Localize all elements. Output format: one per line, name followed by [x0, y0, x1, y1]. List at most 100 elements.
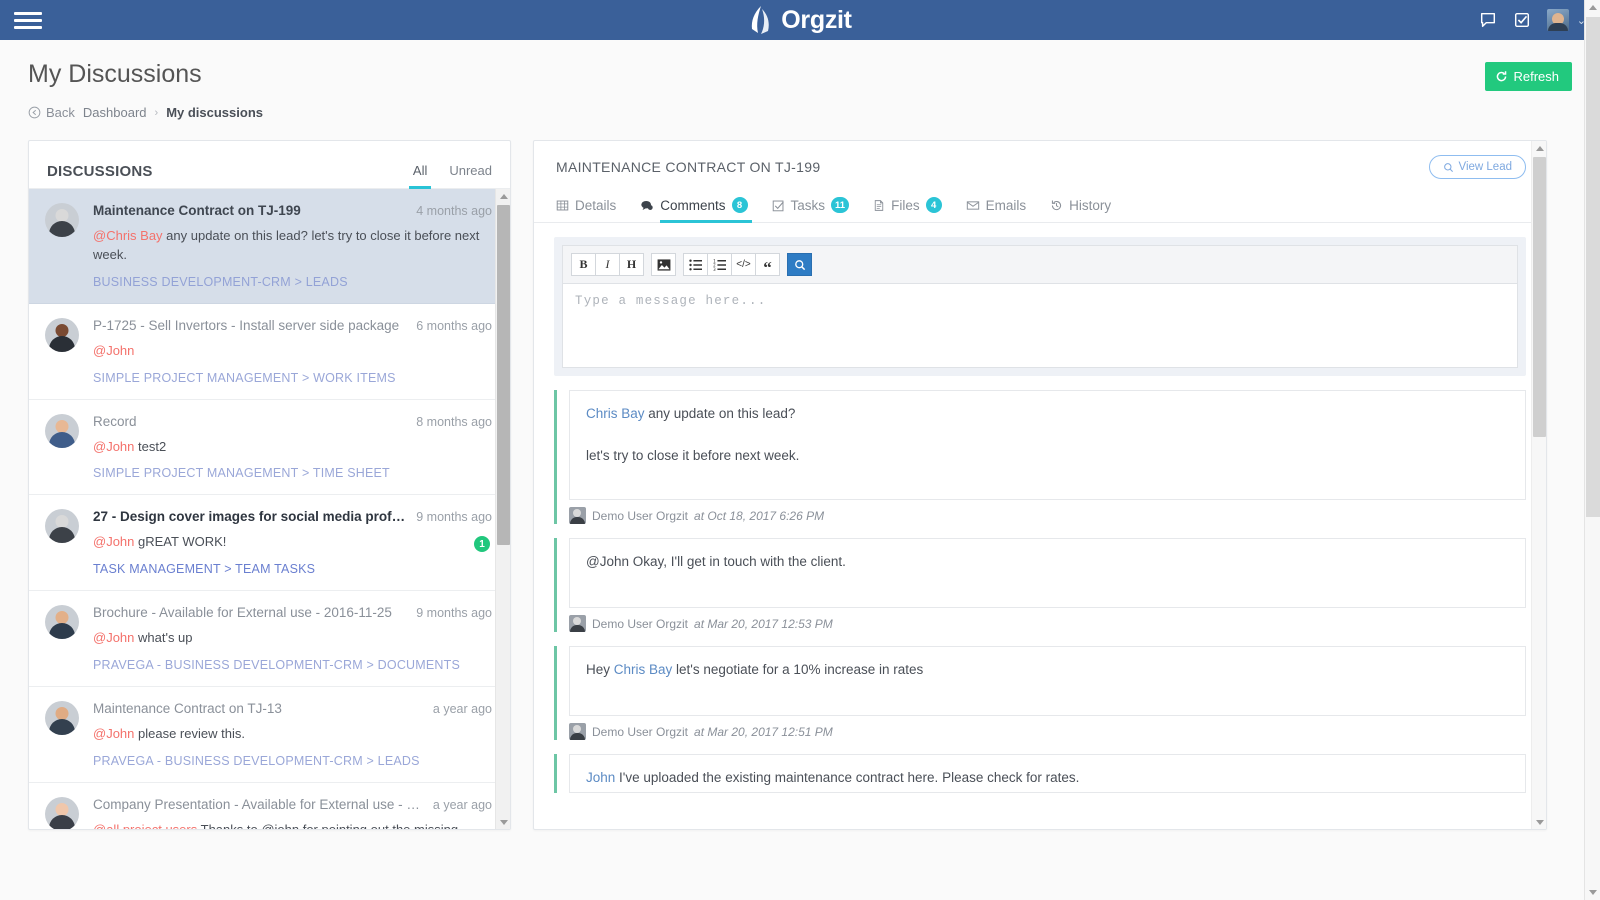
- avatar: [569, 507, 586, 524]
- discussion-list-item[interactable]: Maintenance Contract on TJ-13 a year ago @…: [29, 687, 510, 783]
- user-link[interactable]: John: [586, 770, 615, 785]
- scroll-down-arrow-icon[interactable]: [1585, 885, 1600, 900]
- search-button[interactable]: [787, 253, 812, 276]
- discussion-item-path: PRAVEGA - BUSINESS DEVELOPMENT-CRM > DOC…: [93, 658, 461, 673]
- main-layout: DISCUSSIONS All Unread Maintenance Contr…: [0, 120, 1600, 830]
- bold-button[interactable]: B: [571, 253, 596, 276]
- scroll-down-arrow-icon[interactable]: [496, 815, 510, 829]
- checkbox-icon: [772, 199, 785, 212]
- insert-image-button[interactable]: [651, 253, 676, 276]
- breadcrumb-back-label: Back: [46, 105, 75, 120]
- svg-text:3: 3: [713, 267, 716, 271]
- discussion-item-snippet: @Chris Bay any update on this lead? let'…: [93, 228, 480, 262]
- refresh-button[interactable]: Refresh: [1485, 62, 1572, 91]
- breadcrumb-current: My discussions: [166, 105, 263, 120]
- toolbar-group: 1 2 3 </> “: [683, 253, 780, 276]
- refresh-icon: [1497, 71, 1507, 82]
- quote-button[interactable]: “: [755, 253, 780, 276]
- breadcrumb-back-button[interactable]: Back: [28, 105, 75, 120]
- comment-line: Chris Bay any update on this lead?: [586, 406, 796, 421]
- avatar: [45, 701, 79, 736]
- discussions-scrollbar[interactable]: [495, 189, 510, 829]
- discussion-list-item[interactable]: 27 - Design cover images for social medi…: [29, 495, 510, 592]
- scrollbar-thumb[interactable]: [1586, 17, 1600, 517]
- discussion-item-header: P-1725 - Sell Invertors - Install server…: [93, 318, 492, 333]
- window-scrollbar[interactable]: [1584, 0, 1600, 900]
- user-avatar[interactable]: [1546, 9, 1569, 31]
- tab-comments[interactable]: Comments 8: [640, 197, 752, 223]
- mention-token: @John: [93, 342, 135, 358]
- comment: @John Okay, I'll get in touch with the c…: [554, 538, 1526, 632]
- italic-button[interactable]: I: [595, 253, 620, 276]
- discussion-item-path: BUSINESS DEVELOPMENT-CRM > LEADS: [93, 274, 348, 289]
- detail-scrollbar[interactable]: [1531, 141, 1546, 829]
- tab-history[interactable]: History: [1050, 197, 1111, 222]
- scroll-down-arrow-icon[interactable]: [1532, 815, 1546, 829]
- avatar: [45, 317, 79, 352]
- discussion-item-header: Company Presentation - Available for Ext…: [93, 797, 492, 812]
- view-lead-button[interactable]: View Lead: [1428, 155, 1526, 179]
- discussion-list-item[interactable]: Maintenance Contract on TJ-199 4 months a…: [29, 189, 510, 304]
- discussion-item-path: SIMPLE PROJECT MANAGEMENT > WORK ITEMS: [93, 370, 396, 385]
- discussion-item-body: P-1725 - Sell Invertors - Install server…: [93, 318, 492, 385]
- discussion-item-time: 4 months ago: [416, 204, 492, 218]
- page-title: My Discussions: [28, 60, 202, 88]
- user-link[interactable]: Chris Bay: [614, 662, 673, 677]
- filter-unread[interactable]: Unread: [449, 163, 492, 188]
- code-button[interactable]: </>: [731, 253, 756, 276]
- scroll-up-arrow-icon[interactable]: [1532, 141, 1546, 155]
- discussion-item-time: 9 months ago: [416, 606, 492, 621]
- discussion-item-snippet: @John: [93, 342, 492, 361]
- discussion-item-title: Company Presentation - Available for Ext…: [93, 796, 423, 812]
- checkbox-tasks-icon[interactable]: [1513, 11, 1531, 29]
- tab-count-badge: 4: [925, 197, 942, 213]
- tab-emails[interactable]: Emails: [966, 197, 1026, 222]
- scrollbar-thumb[interactable]: [1533, 157, 1546, 437]
- discussion-item-header: Maintenance Contract on TJ-199 4 months a…: [93, 203, 492, 218]
- filter-all[interactable]: All: [408, 163, 432, 189]
- search-icon: [1443, 162, 1453, 172]
- hamburger-menu-icon[interactable]: [14, 8, 42, 33]
- scroll-up-arrow-icon[interactable]: [496, 189, 510, 203]
- user-link[interactable]: Chris Bay: [586, 406, 645, 421]
- tab-files[interactable]: Files 4: [873, 197, 942, 222]
- discussion-list-item[interactable]: Company Presentation - Available for Ext…: [29, 783, 510, 829]
- discussions-title: DISCUSSIONS: [47, 163, 153, 180]
- discussion-item-snippet: @John please review this.: [93, 726, 245, 742]
- discussion-item-time: 9 months ago: [416, 510, 492, 525]
- message-input[interactable]: Type a message here...: [562, 283, 1518, 368]
- mention-token: @John: [93, 630, 135, 646]
- chat-bubble-icon[interactable]: [1479, 11, 1497, 29]
- scroll-up-arrow-icon[interactable]: [1585, 0, 1600, 15]
- discussion-detail-panel: MAINTENANCE CONTRACT ON TJ-199 View Lead…: [533, 140, 1547, 830]
- navbar-right-group: ⌄: [1479, 9, 1586, 31]
- comment-main: @John Okay, I'll get in touch with the c…: [557, 538, 1526, 632]
- heading-button[interactable]: H: [619, 253, 644, 276]
- numbered-list-button[interactable]: 123: [707, 253, 732, 276]
- discussion-item-time: 6 months ago: [416, 318, 492, 333]
- bullet-list-button[interactable]: [683, 253, 708, 276]
- discussion-item-header: Maintenance Contract on TJ-13 a year ago: [93, 701, 492, 716]
- toolbar-group: [651, 253, 676, 276]
- scrollbar-thumb[interactable]: [497, 205, 510, 545]
- discussion-item-body: Maintenance Contract on TJ-199 4 months a…: [93, 203, 492, 289]
- avatar: [45, 605, 79, 640]
- discussion-list-item[interactable]: P-1725 - Sell Invertors - Install server…: [29, 304, 510, 400]
- discussion-list-item[interactable]: Brochure - Available for External use - …: [29, 591, 510, 688]
- comment-meta: Demo User Orgzit at Mar 20, 2017 12:53 PM: [569, 615, 1526, 632]
- discussion-item-header: Record 8 months ago: [93, 414, 492, 429]
- discussion-list-item[interactable]: Record 8 months ago @John test2 SIMPLE PROJ…: [29, 400, 510, 496]
- discussion-item-path: PRAVEGA - BUSINESS DEVELOPMENT-CRM > LEA…: [93, 753, 420, 768]
- comment: Hey Chris Bay let's negotiate for a 10% …: [554, 646, 1526, 740]
- comment-main: Chris Bay any update on this lead? let's …: [557, 390, 1526, 524]
- discussions-list: Maintenance Contract on TJ-199 4 months a…: [29, 189, 510, 829]
- mention-token: @John: [93, 534, 135, 550]
- tab-tasks[interactable]: Tasks 11: [772, 197, 850, 222]
- comment-body: John I've uploaded the existing maintena…: [569, 754, 1526, 794]
- breadcrumb-dashboard-link[interactable]: Dashboard: [83, 105, 147, 120]
- comment-body: @John Okay, I'll get in touch with the c…: [569, 538, 1526, 608]
- tab-details[interactable]: Details: [556, 197, 616, 222]
- discussion-item-title: Maintenance Contract on TJ-199: [93, 203, 301, 218]
- comment-text: @John Okay, I'll get in touch with the c…: [586, 552, 1509, 572]
- comment-text: Chris Bay any update on this lead? let's …: [586, 404, 1509, 467]
